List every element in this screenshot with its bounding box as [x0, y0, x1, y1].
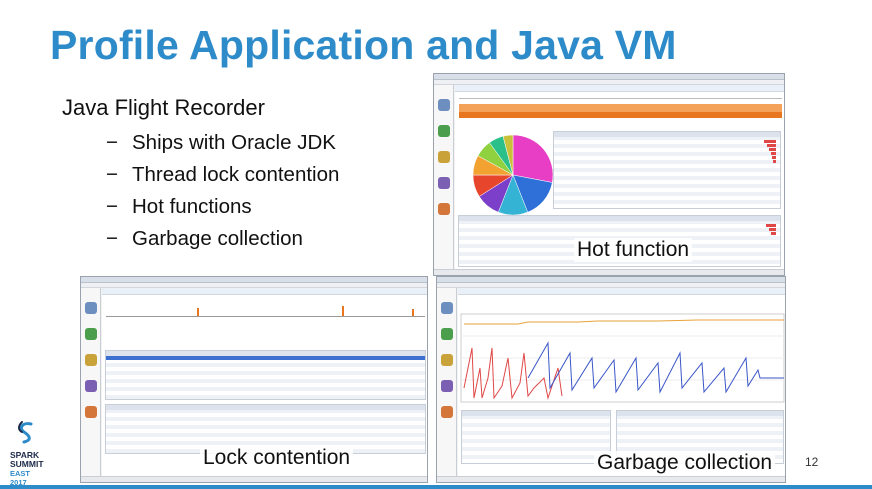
bullet-marker: − — [106, 163, 118, 186]
jmc-left-nav — [434, 85, 454, 269]
event-spike — [197, 308, 199, 316]
io-icon[interactable] — [441, 406, 453, 418]
memory-icon[interactable] — [438, 125, 450, 137]
spark-summit-logo: SPARK SUMMIT EAST 2017 — [10, 420, 46, 487]
pie-slice — [512, 134, 554, 183]
timeline-rule — [459, 98, 782, 99]
timeline-band-dark — [459, 112, 782, 118]
jmc-left-nav — [81, 288, 101, 476]
event-spike — [342, 306, 344, 316]
threads-icon[interactable] — [438, 177, 450, 189]
bullet-marker: − — [106, 195, 118, 218]
bullet-item: − Hot functions — [106, 192, 339, 224]
page-number: 12 — [805, 455, 819, 469]
bullet-text: Hot functions — [132, 195, 252, 218]
bullet-marker: − — [106, 227, 118, 250]
bullet-marker: − — [106, 131, 118, 154]
timeline-axis — [106, 316, 425, 317]
bullet-item: − Thread lock contention — [106, 160, 339, 192]
panel-title-bar — [102, 288, 427, 295]
panel-title-bar — [455, 85, 784, 92]
lock-contention-caption: Lock contention — [200, 446, 354, 470]
bullet-text: Thread lock contention — [132, 163, 340, 186]
bullet-text: Garbage collection — [132, 227, 303, 250]
contention-timeline-chart — [106, 306, 425, 317]
general-icon[interactable] — [441, 302, 453, 314]
bullet-text: Ships with Oracle JDK — [132, 131, 336, 154]
code-icon[interactable] — [438, 151, 450, 163]
jmc-left-nav — [437, 288, 457, 476]
io-icon[interactable] — [438, 203, 450, 215]
code-icon[interactable] — [85, 354, 97, 366]
event-spike — [412, 309, 414, 316]
contention-by-class-table[interactable] — [105, 350, 426, 400]
memory-icon[interactable] — [85, 328, 97, 340]
gc-panel — [458, 288, 785, 476]
heap-usage-chart — [460, 313, 785, 403]
cpu-timeline-chart — [459, 98, 782, 118]
bottom-tab-strip[interactable] — [437, 476, 785, 482]
general-icon[interactable] — [85, 302, 97, 314]
threads-icon[interactable] — [441, 380, 453, 392]
logo-line-2: SUMMIT — [10, 459, 44, 469]
slide-subtitle: Java Flight Recorder — [62, 95, 265, 120]
memory-icon[interactable] — [441, 328, 453, 340]
general-icon[interactable] — [438, 99, 450, 111]
threads-icon[interactable] — [85, 380, 97, 392]
panel-title-bar — [458, 288, 785, 295]
io-icon[interactable] — [85, 406, 97, 418]
hot-packages-table[interactable] — [553, 131, 781, 209]
gc-events-table[interactable] — [461, 410, 611, 464]
code-icon[interactable] — [441, 354, 453, 366]
slide-title: Profile Application and Java VM — [50, 22, 677, 68]
garbage-collection-caption: Garbage collection — [594, 451, 776, 475]
bullet-item: − Garbage collection — [106, 224, 339, 256]
footer-accent-bar — [0, 485, 872, 489]
bullet-item: − Ships with Oracle JDK — [106, 128, 339, 160]
bottom-tab-strip[interactable] — [434, 269, 784, 275]
spark-logo-icon — [18, 421, 33, 444]
hot-function-caption: Hot function — [574, 238, 693, 262]
bullet-list: − Ships with Oracle JDK − Thread lock cont… — [106, 128, 339, 256]
bottom-tab-strip[interactable] — [81, 476, 427, 482]
